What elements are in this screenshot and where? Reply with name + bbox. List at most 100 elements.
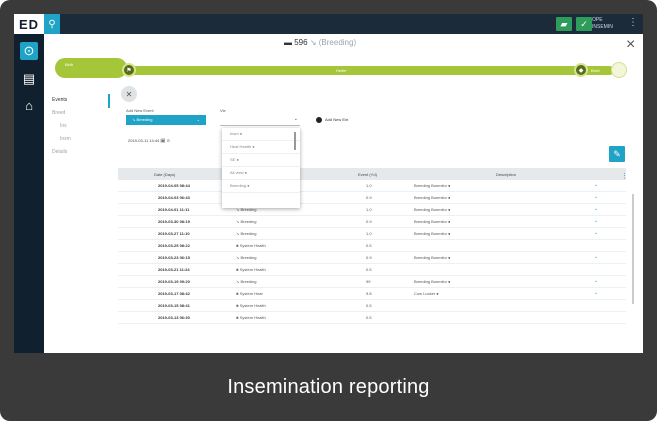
chevron-down-icon: ⌄ (293, 116, 298, 122)
table-row[interactable]: 2019-03-30 08:19 ↘ Breeding 0.9 Breeding Bu… (118, 216, 626, 228)
timeline-end-node (611, 62, 627, 78)
table-scrollbar[interactable] (632, 194, 634, 304)
section-subnav: Events Breed Ins Insm Details (52, 94, 108, 159)
table-row[interactable]: 2019-03-21 11:24 ♣ System Health 0.5 (118, 264, 626, 276)
dropdown-option[interactable]: SE ● (222, 154, 300, 167)
cell-value: 99 (366, 279, 371, 284)
cell-date: 2019-03-13 06:30 (158, 315, 190, 320)
table-row[interactable]: 2019-04-01 11:11 ↘ Breeding 1.0 Breeding Bu… (118, 204, 626, 216)
app-screen: ED ⊙ ▤ ⌂ ⚲ ▰ ✓ OPE INSEMIN ⋮ ▬ 596 ↘ (Br… (14, 14, 643, 353)
timeline-end-label: Bred (591, 68, 600, 73)
page-title: ▬ 596 ↘ (Breeding) (284, 38, 356, 47)
table-row[interactable]: 2019-03-23 06:15 ↘ Breeding 0.9 Breeding Bu… (118, 252, 626, 264)
subnav-item[interactable]: Details (52, 146, 108, 159)
close-button[interactable]: × (626, 36, 635, 54)
table-row[interactable]: 2019-04-03 06:43 0.9 Breeding Bunmilor ● ⌄ (118, 192, 626, 204)
slide-caption: Insemination reporting (227, 375, 430, 398)
timeline-mid-label: Heifer (336, 68, 347, 73)
row-expand-icon[interactable]: ⌄ (594, 182, 598, 188)
table-row[interactable]: 2019-03-13 06:30 ♣ System Health 0.5 (118, 312, 626, 324)
dashboard-icon[interactable]: ⊙ (20, 42, 38, 60)
cell-value: 0.5 (366, 267, 372, 272)
cell-event-type: ↘ Breeding (236, 255, 257, 260)
cell-date: 2019-03-19 09:20 (158, 279, 190, 284)
cell-date: 2019-04-03 06:43 (158, 195, 190, 200)
row-expand-icon[interactable]: ⌄ (594, 218, 598, 224)
add-new-link[interactable]: Add New Ent (316, 117, 348, 123)
collapse-button[interactable]: ✕ (121, 86, 137, 102)
cell-event-type: ↘ Breeding (236, 279, 257, 284)
cell-description: Breeding Bunmilor ● (414, 231, 451, 236)
column-header-event[interactable]: Event (Yd) (358, 172, 377, 177)
user-line-1: OPE (592, 17, 603, 23)
timeline-marker-icon[interactable]: ⚑ (122, 63, 136, 77)
table-row[interactable]: 2019-03-17 08:42 ♣ System Heat 9.8 Cow Lock… (118, 288, 626, 300)
cell-value: 0.5 (366, 315, 372, 320)
cell-description: Breeding Bunmilor ● (414, 255, 451, 260)
cell-date: 2019-03-27 11:10 (158, 231, 190, 236)
animal-id: ▬ 596 (284, 38, 308, 47)
user-line-2: INSEMIN (592, 24, 613, 30)
cell-value: 1.0 (366, 207, 372, 212)
cell-event-type: ♣ System Health (236, 315, 266, 320)
subnav-item[interactable]: Ins (52, 120, 108, 133)
edit-icon[interactable]: ✎ (609, 146, 625, 162)
user-menu[interactable]: OPE INSEMIN (592, 17, 620, 31)
cell-description: Breeding Bunmilor ● (414, 219, 451, 224)
check-icon[interactable]: ✓ (576, 17, 592, 31)
table-row[interactable]: 2019-03-27 11:10 ↘ Breeding 1.0 Breeding Bu… (118, 228, 626, 240)
cell-date: 2019-04-05 08:44 (158, 183, 190, 188)
row-expand-icon[interactable]: ⌄ (594, 254, 598, 260)
dropdown-option[interactable]: Heat Health ● (222, 141, 300, 154)
view-select[interactable]: ⌄ (220, 115, 300, 126)
dropdown-scrollbar[interactable] (294, 132, 296, 150)
document-icon[interactable]: ▤ (20, 70, 38, 88)
app-logo: ED (14, 14, 44, 34)
table-row[interactable]: 2019-03-19 09:20 ↘ Breeding 99 Breeding Bun… (118, 276, 626, 288)
row-menu-icon[interactable]: ⋮ (621, 172, 628, 180)
dropdown-option[interactable]: All view ● (222, 167, 300, 180)
row-expand-icon[interactable]: ⌄ (594, 230, 598, 236)
home-icon[interactable]: ⌂ (20, 96, 38, 114)
subnav-item[interactable]: Insm (52, 133, 108, 146)
row-expand-icon[interactable]: ⌄ (594, 290, 598, 296)
events-table: Date (Days) Event (Yd) Description 2019-… (118, 168, 626, 324)
dropdown-option[interactable]: Insm ● (222, 128, 300, 141)
cell-date: 2019-03-23 06:15 (158, 255, 190, 260)
row-expand-icon[interactable]: ⌄ (594, 194, 598, 200)
cell-description: Breeding Bunmilor ● (414, 279, 451, 284)
table-row[interactable]: 2019-04-05 08:44 1.0 Breeding Bunmilor ● ⌄ (118, 180, 626, 192)
column-header-description[interactable]: Description (496, 172, 516, 177)
timeline-start-label: Birth (65, 62, 74, 67)
timeline-current-icon[interactable]: ◆ (574, 63, 588, 77)
subnav-item[interactable]: Events (52, 94, 108, 107)
cell-description: Breeding Bunmilor ● (414, 183, 451, 188)
column-header-date[interactable]: Date (Days) (154, 172, 175, 177)
dropdown-option[interactable]: Breeding ● (222, 180, 300, 193)
left-rail: ED ⊙ ▤ ⌂ (14, 14, 44, 353)
cell-value: 0.9 (366, 219, 372, 224)
cell-date: 2019-04-01 11:11 (158, 207, 190, 212)
cell-description: Cow Locker ● (414, 291, 439, 296)
search-icon[interactable]: ⚲ (44, 14, 60, 34)
timeline-start-pill: Birth (55, 58, 127, 78)
event-type-select[interactable]: ↘ Breeding ⌄ (126, 115, 206, 125)
event-date-field[interactable]: 2019-03-11 14:44 🗓 ⊙ (128, 138, 170, 143)
cell-event-type: ♣ System Health (236, 243, 266, 248)
cell-date: 2019-03-15 08:41 (158, 303, 190, 308)
kebab-icon[interactable]: ⋮ (628, 17, 638, 28)
row-expand-icon[interactable]: ⌄ (594, 206, 598, 212)
cell-value: 0.5 (366, 303, 372, 308)
cell-event-type: ♣ System Health (236, 267, 266, 272)
cell-date: 2019-03-25 08:22 (158, 243, 190, 248)
top-bar: ⚲ ▰ ✓ OPE INSEMIN ⋮ (44, 14, 643, 34)
cell-event-type: ↘ Breeding (236, 231, 257, 236)
cell-description: Breeding Bunmilor ● (414, 195, 451, 200)
table-row[interactable]: 2019-03-25 08:22 ♣ System Health 0.5 (118, 240, 626, 252)
table-row[interactable]: 2019-03-15 08:41 ♣ System Health 0.5 (118, 300, 626, 312)
subnav-item[interactable]: Breed (52, 107, 108, 120)
row-expand-icon[interactable]: ⌄ (594, 278, 598, 284)
cell-event-type: ♣ System Heat (236, 291, 263, 296)
subnav-active-marker (108, 94, 110, 108)
chart-icon[interactable]: ▰ (556, 17, 572, 31)
